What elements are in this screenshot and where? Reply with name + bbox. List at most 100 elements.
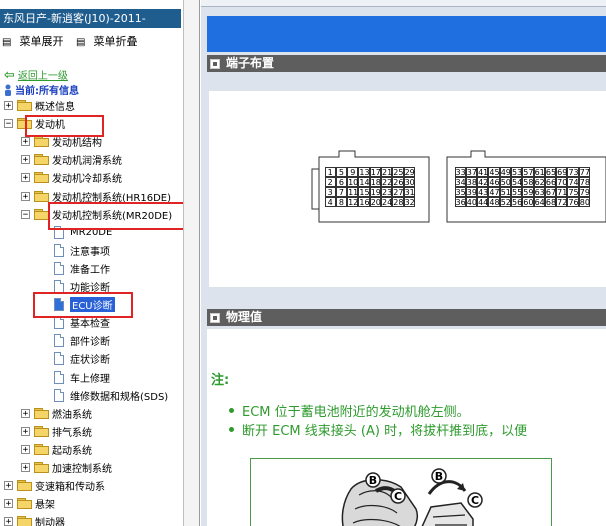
folder-icon [34, 154, 49, 165]
terminal-number: 20 [369, 196, 381, 207]
tree-leaf-item[interactable]: 注意事项 [54, 242, 110, 259]
expand-node-icon[interactable]: + [21, 409, 30, 419]
tree-item-label: 车上修理 [70, 374, 110, 385]
folder-icon [34, 172, 49, 183]
terminal-number: 80 [578, 196, 591, 207]
back-link[interactable]: ⇦ 返回上一级 [4, 67, 68, 83]
note-item: 断开 ECM 线束接头 (A) 时，将拔杆推到底，以便 [229, 420, 527, 439]
note-item: ECM 位于蓄电池附近的发动机舱左侧。 [229, 401, 470, 420]
tree-folder-item[interactable]: + 排气系统 [21, 423, 92, 440]
tree-leaf-item[interactable]: 准备工作 [54, 260, 110, 277]
document-icon [54, 352, 64, 365]
expand-node-icon[interactable]: + [21, 427, 30, 437]
collapse-all-button[interactable]: ▤ 菜单折叠 [76, 33, 137, 49]
terminal-number: 56 [510, 196, 523, 207]
expand-node-icon[interactable]: + [21, 173, 30, 183]
folder-icon [17, 100, 32, 111]
expand-node-icon[interactable]: + [4, 499, 13, 509]
tree-item-label: 发动机润滑系统 [52, 156, 122, 167]
tree-item-label: 排气系统 [52, 428, 92, 439]
terminal-number: 54 [510, 176, 523, 187]
terminal-number: 51 [499, 186, 511, 197]
terminal-number: 22 [380, 176, 393, 187]
expand-node-icon[interactable]: + [4, 517, 13, 526]
terminal-number: 49 [499, 166, 511, 177]
tree-folder-item[interactable]: + 制动器 [4, 513, 65, 526]
terminal-number: 14 [358, 176, 370, 187]
expand-node-icon[interactable]: + [21, 463, 30, 473]
tree-item-label: 部件诊断 [70, 337, 110, 348]
terminal-number: 15 [358, 186, 370, 197]
terminal-number: 27 [392, 186, 404, 197]
terminal-number: 52 [499, 196, 511, 207]
bullet-icon [229, 408, 234, 413]
terminal-number: 73 [567, 166, 579, 177]
expand-all-button[interactable]: ▤ 菜单展开 [2, 33, 63, 49]
tree-item-label: 悬架 [35, 500, 55, 511]
terminal-number: 58 [522, 176, 534, 187]
tree-folder-item[interactable]: + 发动机润滑系统 [21, 151, 122, 168]
folder-icon [34, 426, 49, 437]
expand-node-icon[interactable]: + [21, 155, 30, 165]
tree-folder-item[interactable]: + 概述信息 [4, 97, 75, 114]
terminal-number: 42 [477, 176, 489, 187]
terminal-number: 44 [477, 196, 489, 207]
tree-folder-item[interactable]: + 变速箱和传动系 [4, 477, 105, 494]
terminal-number: 39 [465, 186, 478, 197]
tree-item-label: 维修数据和规格(SDS) [70, 392, 169, 403]
terminal-number: 75 [567, 186, 579, 197]
tree-leaf-item[interactable]: 症状诊断 [54, 350, 110, 367]
splitter[interactable] [183, 0, 200, 526]
collapse-node-icon[interactable]: − [21, 210, 30, 220]
terminal-number: 69 [556, 166, 568, 177]
terminal-number: 53 [510, 166, 523, 177]
callout-label: B [369, 474, 377, 487]
expand-node-icon[interactable]: + [4, 481, 13, 491]
tree-folder-item[interactable]: + 加速控制系统 [21, 459, 112, 476]
tree-folder-item[interactable]: + 发动机冷却系统 [21, 169, 122, 186]
folder-icon [17, 516, 32, 526]
terminal-number: 34 [454, 176, 466, 187]
tree-leaf-item[interactable]: 车上修理 [54, 369, 110, 386]
terminal-number: 33 [454, 166, 466, 177]
navigation-panel: 东风日产-新逍客(J10)-2011- ▤ 菜单展开 ▤ 菜单折叠 ⇦ 返回上一级 当… [0, 0, 183, 526]
terminal-number: 17 [369, 166, 381, 177]
terminal-number: 23 [380, 186, 393, 197]
terminal-number: 60 [522, 196, 534, 207]
tree-item-label: 准备工作 [70, 265, 110, 276]
terminal-number: 6 [335, 176, 348, 187]
terminal-number: 25 [392, 166, 404, 177]
folder-icon [34, 209, 49, 220]
expand-node-icon[interactable]: + [4, 101, 13, 111]
tree-leaf-item[interactable]: 维修数据和规格(SDS) [54, 387, 168, 404]
tree-item-label: 制动器 [35, 518, 65, 526]
terminal-number: 9 [347, 166, 359, 177]
terminal-number: 32 [403, 196, 415, 207]
tree-folder-item[interactable]: + 悬架 [4, 495, 55, 512]
tree-folder-item[interactable]: + 起动系统 [21, 441, 92, 458]
terminal-number: 13 [358, 166, 370, 177]
expand-icon: ▤ [2, 37, 12, 48]
connector-right-terminals: 33 37 41 45 49 53 57 61 65 69 73 77 34 38 42 46 50 54 58 62… [454, 166, 591, 207]
terminal-number: 79 [578, 186, 591, 197]
connector-illustration: B C B C [341, 468, 483, 526]
folder-icon [34, 191, 49, 202]
tree-item-label: 注意事项 [70, 247, 110, 258]
expand-node-icon[interactable]: + [21, 445, 30, 455]
terminal-number: 29 [403, 166, 415, 177]
terminal-number: 12 [347, 196, 359, 207]
collapse-node-icon[interactable]: − [4, 119, 13, 129]
document-icon [54, 389, 64, 402]
terminal-number: 31 [403, 186, 415, 197]
tree-item-label: 变速箱和传动系 [35, 482, 105, 493]
terminal-number: 16 [358, 196, 370, 207]
expand-node-icon[interactable]: + [21, 137, 30, 147]
terminal-number: 72 [556, 196, 568, 207]
back-arrow-icon: ⇦ [4, 68, 15, 83]
expand-node-icon[interactable]: + [21, 192, 30, 202]
content-toolbar-strip [201, 0, 606, 7]
document-icon [54, 244, 64, 257]
tree-leaf-item[interactable]: 部件诊断 [54, 332, 110, 349]
terminal-number: 35 [454, 186, 466, 197]
tree-folder-item[interactable]: + 燃油系统 [21, 405, 92, 422]
